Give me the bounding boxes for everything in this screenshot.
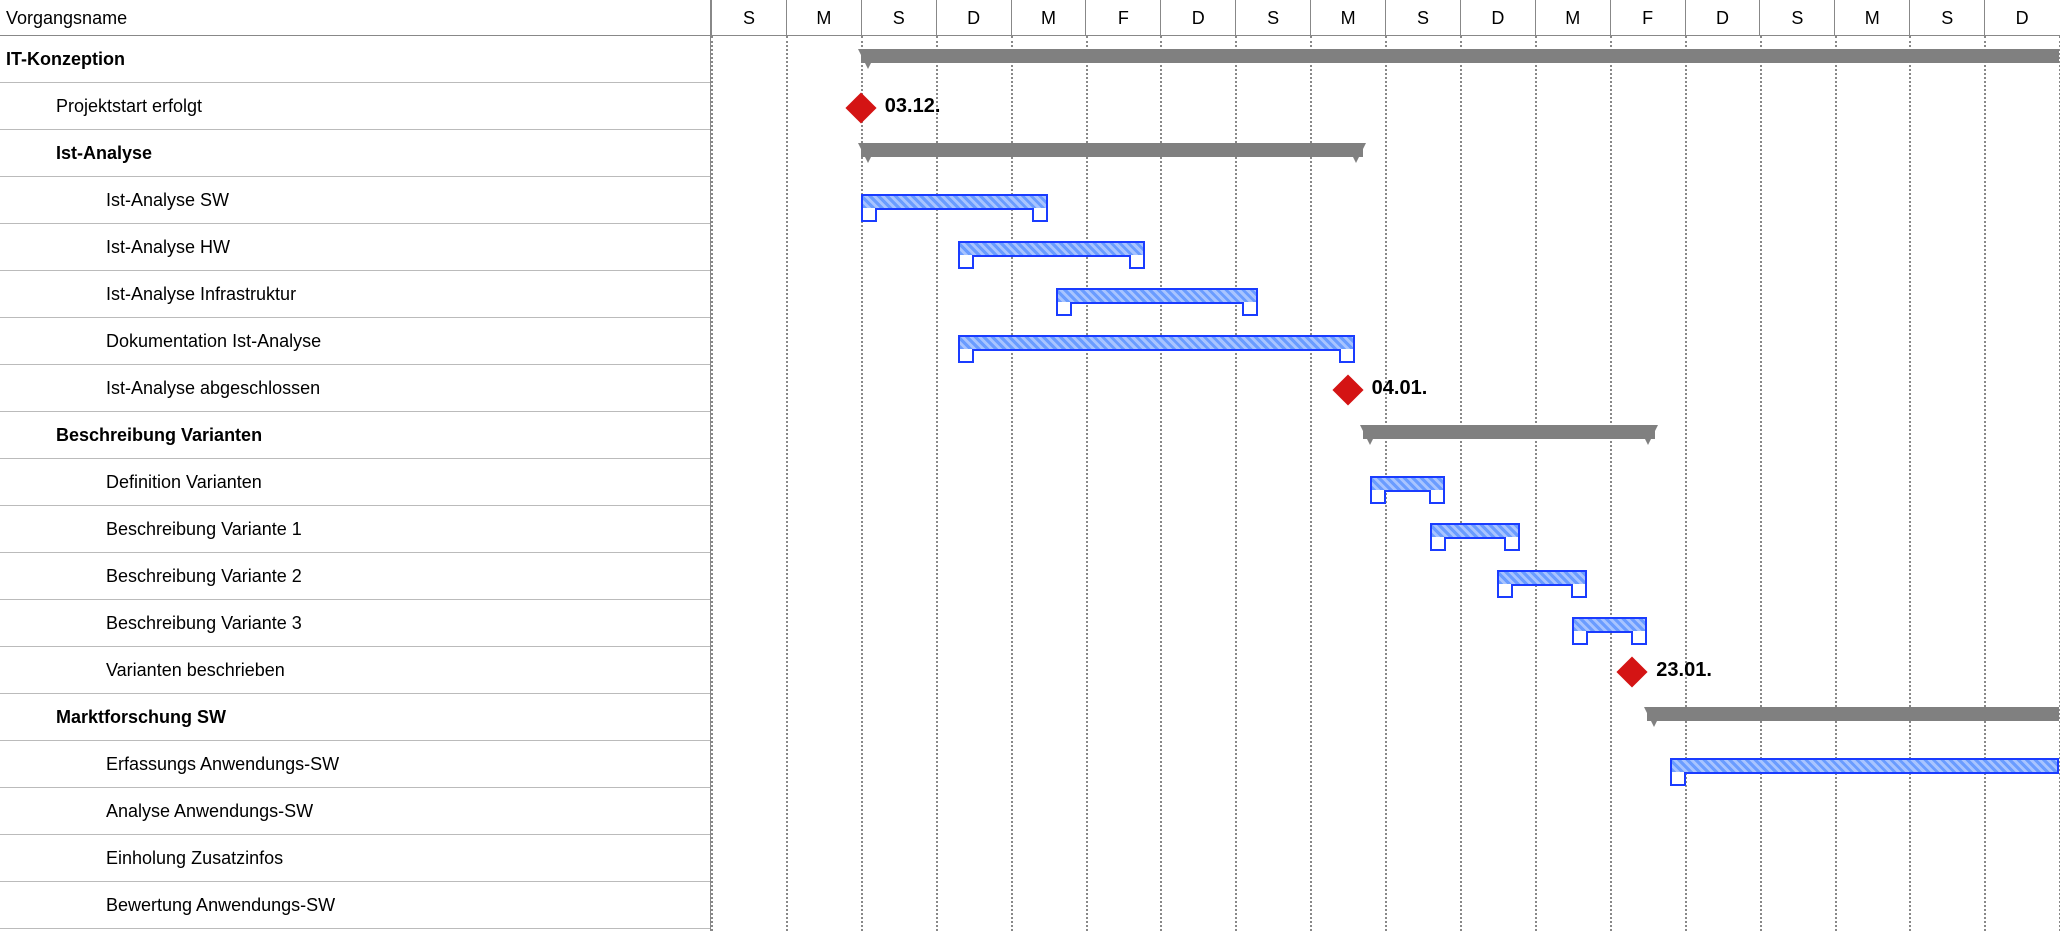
milestone-label: 23.01. <box>1656 659 1712 682</box>
day-header-cell: M <box>786 0 861 35</box>
milestone-icon[interactable] <box>1617 656 1648 687</box>
summary-bar[interactable] <box>1647 707 2059 721</box>
task-bar[interactable] <box>1497 570 1587 586</box>
task-row[interactable]: Beschreibung Variante 3 <box>0 600 710 647</box>
day-header-cell: M <box>1834 0 1909 35</box>
task-row[interactable]: Analyse Anwendungs-SW <box>0 788 710 835</box>
task-row[interactable]: Marktforschung SW <box>0 694 710 741</box>
task-row[interactable]: Projektstart erfolgt <box>0 83 710 130</box>
chart-row: 04.01. <box>711 365 2060 412</box>
chart-row <box>711 882 2060 929</box>
chart-row <box>711 600 2060 647</box>
chart-row <box>711 412 2060 459</box>
chart-row <box>711 271 2060 318</box>
day-header-cell: F <box>1085 0 1160 35</box>
task-row[interactable]: Ist-Analyse Infrastruktur <box>0 271 710 318</box>
task-row[interactable]: Beschreibung Variante 1 <box>0 506 710 553</box>
chart-pane: SMSDMFDSMSDMFDSMSD 03.12.04.01.23.01. <box>711 0 2060 931</box>
task-pane: Vorgangsname IT-KonzeptionProjektstart e… <box>0 0 711 931</box>
chart-row <box>711 835 2060 882</box>
chart-row <box>711 224 2060 271</box>
chart-row <box>711 318 2060 365</box>
task-bar[interactable] <box>1572 617 1647 633</box>
day-header-cell: S <box>1235 0 1310 35</box>
chart-row <box>711 553 2060 600</box>
task-row[interactable]: Ist-Analyse abgeschlossen <box>0 365 710 412</box>
day-header-cell: D <box>1984 0 2059 35</box>
task-list: IT-KonzeptionProjektstart erfolgtIst-Ana… <box>0 36 710 931</box>
day-header-cell: S <box>1385 0 1460 35</box>
task-bar[interactable] <box>1370 476 1445 492</box>
chart-row: 03.12. <box>711 83 2060 130</box>
day-header-cell: S <box>1909 0 1984 35</box>
task-column-header: Vorgangsname <box>0 0 710 36</box>
day-header-cell: M <box>1535 0 1610 35</box>
task-bar[interactable] <box>958 241 1145 257</box>
task-bar[interactable] <box>958 335 1355 351</box>
task-row[interactable]: Dokumentation Ist-Analyse <box>0 318 710 365</box>
task-row[interactable]: Ist-Analyse HW <box>0 224 710 271</box>
task-row[interactable]: Ist-Analyse <box>0 130 710 177</box>
day-header-cell: D <box>1160 0 1235 35</box>
chart-row <box>711 459 2060 506</box>
task-row[interactable]: Definition Varianten <box>0 459 710 506</box>
task-row[interactable]: Einholung Zusatzinfos <box>0 835 710 882</box>
task-row[interactable]: Beschreibung Variante 2 <box>0 553 710 600</box>
task-row[interactable]: Varianten beschrieben <box>0 647 710 694</box>
day-header-cell: D <box>1685 0 1760 35</box>
day-header-cell: S <box>1759 0 1834 35</box>
gantt-chart: Vorgangsname IT-KonzeptionProjektstart e… <box>0 0 2060 931</box>
day-header-cell: F <box>1610 0 1685 35</box>
task-row[interactable]: Ist-Analyse SW <box>0 177 710 224</box>
task-bar[interactable] <box>1056 288 1258 304</box>
task-row[interactable]: Beschreibung Varianten <box>0 412 710 459</box>
task-bar[interactable] <box>861 194 1048 210</box>
day-header-cell: S <box>711 0 786 35</box>
task-bar[interactable] <box>1670 758 2059 774</box>
task-row[interactable]: IT-Konzeption <box>0 36 710 83</box>
chart-row <box>711 36 2060 83</box>
milestone-label: 04.01. <box>1372 377 1428 400</box>
chart-row: 23.01. <box>711 647 2060 694</box>
milestone-label: 03.12. <box>885 95 941 118</box>
day-header-cell: D <box>1460 0 1535 35</box>
chart-row <box>711 788 2060 835</box>
task-row[interactable]: Erfassungs Anwendungs-SW <box>0 741 710 788</box>
summary-bar[interactable] <box>861 49 2059 63</box>
chart-row <box>711 130 2060 177</box>
task-row[interactable]: Bewertung Anwendungs-SW <box>0 882 710 929</box>
chart-row <box>711 177 2060 224</box>
day-header-cell: D <box>936 0 1011 35</box>
chart-row <box>711 506 2060 553</box>
day-header: SMSDMFDSMSDMFDSMSD <box>711 0 2060 36</box>
milestone-icon[interactable] <box>845 92 876 123</box>
day-header-cell: S <box>861 0 936 35</box>
day-header-cell: M <box>1011 0 1086 35</box>
day-header-cell: M <box>1310 0 1385 35</box>
chart-body: 03.12. 04.01. 23.01. <box>711 36 2060 931</box>
milestone-icon[interactable] <box>1332 374 1363 405</box>
summary-bar[interactable] <box>1363 425 1655 439</box>
task-bar[interactable] <box>1430 523 1520 539</box>
summary-bar[interactable] <box>861 143 1363 157</box>
chart-row <box>711 694 2060 741</box>
chart-row <box>711 741 2060 788</box>
